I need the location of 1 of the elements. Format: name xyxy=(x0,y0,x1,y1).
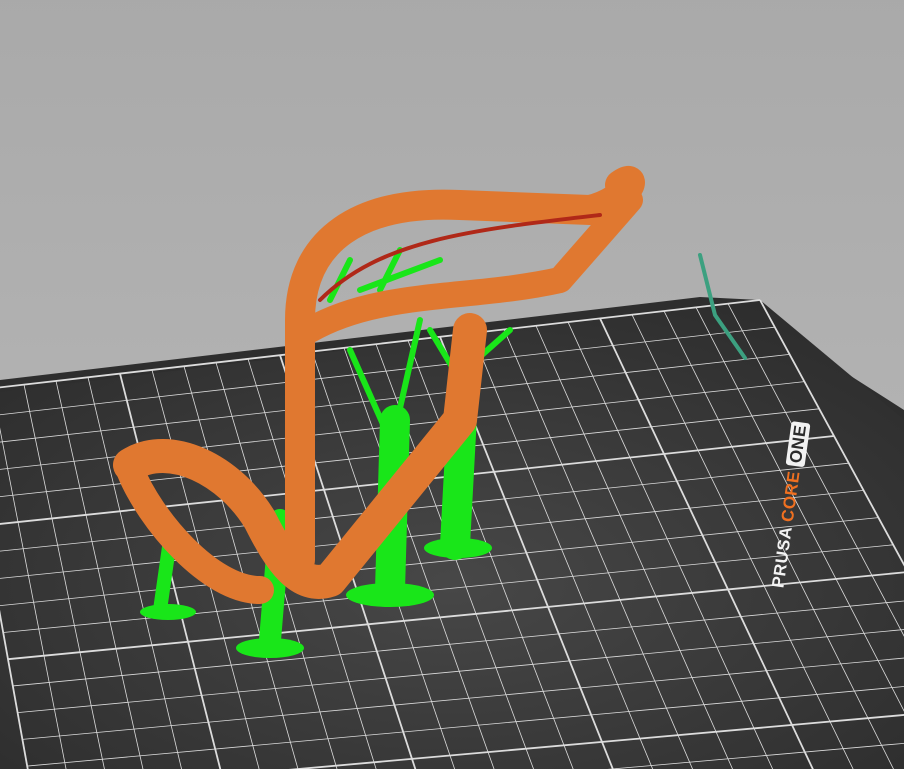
bed-logo: PRUSACORE ONE xyxy=(768,420,812,590)
